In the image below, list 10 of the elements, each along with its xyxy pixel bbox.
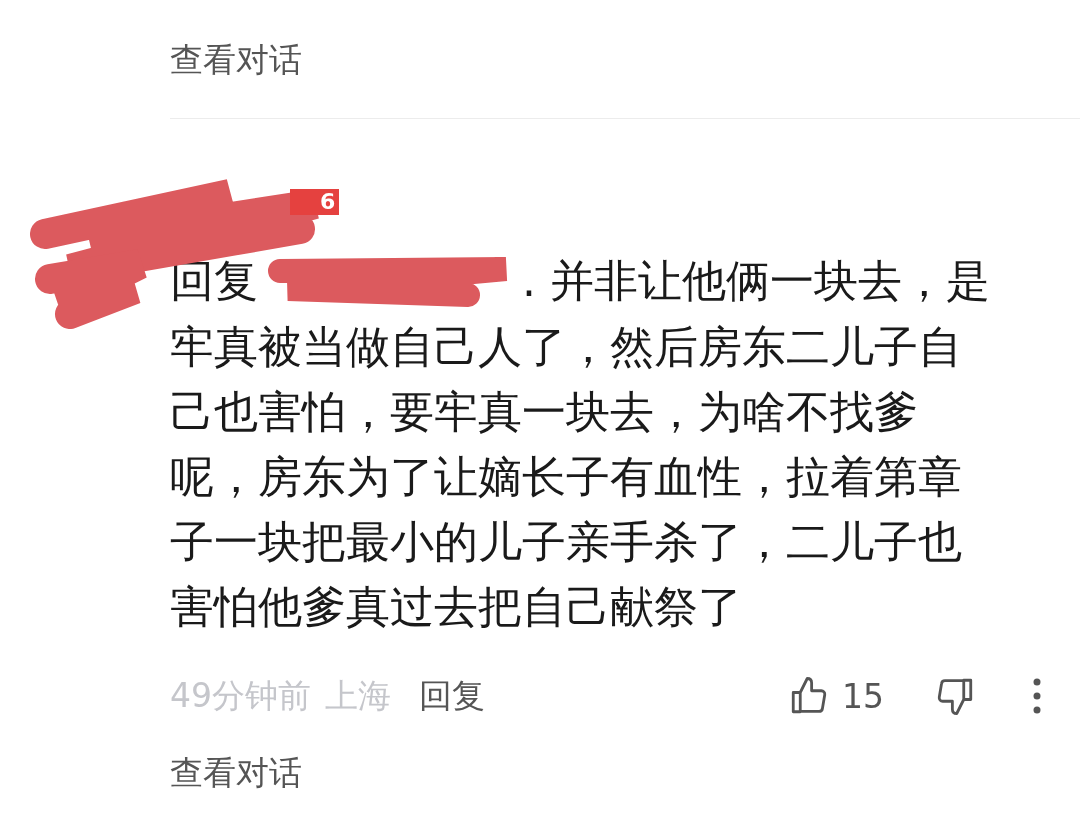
comment-text: . 并非让他俩一块去，是 <box>522 254 990 308</box>
comment-text: 牢真被当做自己人了，然后房东二儿子自己也害怕，要牢真一块去，为啥不找爹呢，房东为了让嫡长子有血性，拉着第章子一块把最小的儿子亲手杀了，二儿子也害怕他爹真过去把自己献祭了 <box>170 321 962 632</box>
time-text: 49分钟前 <box>170 674 311 717</box>
reply-button[interactable]: 回复 <box>419 673 485 719</box>
level-badge: 6 <box>290 189 340 215</box>
more-icon[interactable] <box>1032 678 1042 714</box>
location-text: 上海 <box>325 674 391 717</box>
like-count: 15 <box>842 676 884 716</box>
view-conversation-link[interactable]: 查看对话 <box>170 753 302 793</box>
view-conversation-link[interactable]: 查看对话 <box>170 40 302 80</box>
